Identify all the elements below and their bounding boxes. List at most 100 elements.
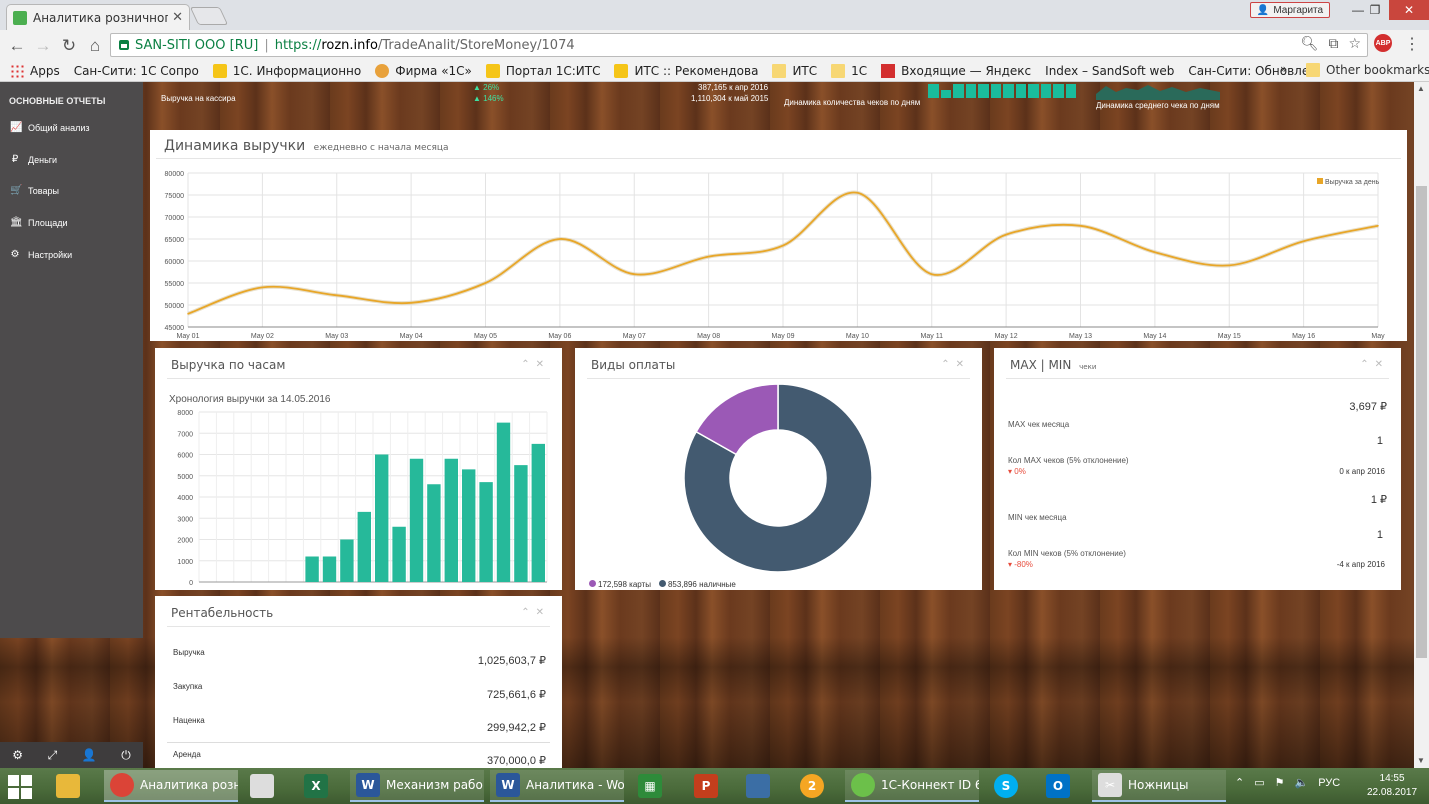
- outlook-icon: O: [1046, 774, 1070, 798]
- zoom-icon[interactable]: 🔍︎: [1301, 36, 1319, 52]
- bookmark-label: 1С. Информационно: [232, 63, 362, 78]
- browser-menu-icon[interactable]: ⋮: [1404, 34, 1420, 54]
- clock-date: 22.08.2017: [1367, 787, 1418, 798]
- user-icon[interactable]: 👤: [82, 748, 97, 762]
- powerpoint-taskbar-button[interactable]: P: [694, 770, 724, 802]
- gear-icon[interactable]: ⚙: [12, 748, 23, 762]
- chrome-taskbar-button[interactable]: Аналитика розн...: [104, 770, 238, 802]
- sidebar-item-label: Товары: [28, 185, 59, 196]
- sidebar-item-money[interactable]: ₽ Деньги: [10, 154, 57, 165]
- scroll-down-icon[interactable]: ▼: [1417, 756, 1425, 765]
- home-icon[interactable]: ⌂: [84, 35, 106, 57]
- forward-icon[interactable]: →: [32, 35, 54, 57]
- excel-taskbar-button[interactable]: X: [304, 770, 334, 802]
- payment-types-panel: Виды оплаты ⌃✕ 172,598 карты 853,896 нал…: [575, 348, 982, 590]
- url-protocol: https://: [274, 37, 322, 53]
- flag-icon[interactable]: ⚑: [1275, 776, 1285, 789]
- legend-swatch: [1317, 178, 1323, 184]
- rent-value: 370,000,0 ₽: [487, 755, 546, 767]
- collapse-icon[interactable]: ⌃: [521, 607, 535, 618]
- snipping-taskbar-button[interactable]: ✂ Ножницы: [1092, 770, 1226, 802]
- tray-chevron-icon[interactable]: ⌃: [1235, 776, 1244, 789]
- hourly-bar-chart: 0 1000 2000 3000 4000 5000 6000 7000 8000: [177, 410, 548, 587]
- x-tick-label: May 10: [846, 333, 869, 340]
- bookmarks-bar: Apps Сан-Сити: 1С Сопро 1С. Информационно Ф…: [0, 60, 1429, 82]
- app-taskbar-button[interactable]: [746, 770, 776, 802]
- kpi-compare-1: 387,165 к апр 2016: [698, 83, 769, 92]
- rent-panel-title: Рентабельность: [171, 606, 274, 620]
- sidebar-item-label: Настройки: [28, 249, 73, 260]
- tab-close-icon[interactable]: ✕: [172, 10, 183, 25]
- y-tick-label: 65000: [165, 237, 185, 244]
- min-check-value: 1 ₽: [1370, 494, 1387, 506]
- sidebar-item-areas[interactable]: 🏛 Площади: [10, 217, 68, 228]
- x-tick-label: May 06: [548, 333, 571, 340]
- close-icon[interactable]: ✕: [536, 607, 550, 618]
- data-point: [1154, 251, 1156, 253]
- back-icon[interactable]: ←: [6, 35, 28, 57]
- bookmark-item[interactable]: Фирма «1С»: [375, 63, 472, 78]
- min-delta: ▾ -80%: [1008, 560, 1033, 569]
- window-close-button[interactable]: ✕: [1389, 0, 1429, 20]
- bookmark-item[interactable]: 1С: [831, 63, 867, 78]
- network-icon[interactable]: ▭: [1254, 776, 1264, 789]
- bookmark-item[interactable]: Index – SandSoft web: [1045, 64, 1174, 78]
- chart-line-icon: 📈: [10, 122, 23, 133]
- bookmark-item[interactable]: 1С. Информационно: [212, 63, 362, 78]
- y-tick-label: 80000: [165, 171, 185, 178]
- explorer-taskbar-button[interactable]: [56, 770, 86, 802]
- collapse-icon[interactable]: ⌃: [521, 359, 535, 370]
- bookmark-item[interactable]: Портал 1С:ИТС: [485, 63, 600, 78]
- word-taskbar-button-1[interactable]: W Механизм рабо...: [350, 770, 484, 802]
- restore-button[interactable]: ❐: [1362, 0, 1388, 20]
- payment-donut-chart: [683, 383, 873, 573]
- calculator-taskbar-button[interactable]: ▦: [638, 770, 668, 802]
- other-bookmarks[interactable]: Other bookmarks: [1306, 63, 1429, 77]
- reload-icon[interactable]: ↻: [58, 35, 80, 57]
- skype-taskbar-button[interactable]: S: [994, 770, 1024, 802]
- revenue-chart-subtitle: ежедневно с начала месяца: [313, 143, 449, 153]
- bookmark-item[interactable]: Входящие — Яндекс: [881, 63, 1031, 78]
- chrome-icon: [110, 773, 134, 797]
- site-identity[interactable]: SAN-SITI OOO [RU]: [135, 38, 258, 53]
- bookmark-item[interactable]: ИТС :: Рекомендова: [614, 63, 758, 78]
- notification-app-taskbar-button[interactable]: 2: [800, 770, 830, 802]
- sidebar-item-settings[interactable]: ⚙ Настройки: [10, 249, 73, 260]
- x-tick-label: May 05: [474, 333, 497, 340]
- bookmark-item[interactable]: Apps: [10, 63, 60, 78]
- new-tab-button[interactable]: [189, 7, 229, 25]
- bookmarks-overflow-button[interactable]: »: [1280, 62, 1287, 76]
- clock[interactable]: 14:55 22.08.2017: [1367, 772, 1417, 800]
- power-icon[interactable]: ⏻: [121, 748, 131, 763]
- word-taskbar-button-2[interactable]: W Аналитика - Wo...: [490, 770, 624, 802]
- collapse-icon[interactable]: ⌃: [1360, 359, 1374, 370]
- scroll-up-icon[interactable]: ▲: [1417, 84, 1425, 93]
- bookmark-item[interactable]: ИТС: [772, 63, 817, 78]
- close-icon[interactable]: ✕: [536, 359, 550, 370]
- sidebar-item-label: Общий анализ: [28, 122, 90, 133]
- outlook-taskbar-button[interactable]: O: [1046, 770, 1076, 802]
- volume-icon[interactable]: 🔈: [1295, 776, 1309, 789]
- bookmark-item[interactable]: Сан-Сити: Обновлен: [1188, 64, 1317, 78]
- data-point: [930, 273, 933, 275]
- kpi-strip: Выручка на кассира ▲ 26% ▲ 146% 387,165 …: [143, 82, 1414, 122]
- close-icon[interactable]: ✕: [1375, 359, 1389, 370]
- close-icon[interactable]: ✕: [956, 359, 970, 370]
- profile-button[interactable]: 👤 Маргарита: [1250, 2, 1330, 18]
- connect-taskbar-button[interactable]: 1С-Коннект ID 6...: [845, 770, 979, 802]
- address-bar[interactable]: SAN-SITI OOO [RU] | https:// rozn.info /…: [110, 33, 1368, 57]
- translate-icon[interactable]: ⧉: [1328, 36, 1338, 52]
- page-scrollbar[interactable]: ▲ ▼: [1414, 82, 1429, 768]
- bookmark-star-icon[interactable]: ☆: [1348, 36, 1361, 52]
- app-taskbar-button[interactable]: [250, 770, 280, 802]
- adblock-icon[interactable]: ABP: [1374, 34, 1392, 52]
- sidebar-item-goods[interactable]: 🛒 Товары: [10, 185, 59, 196]
- browser-tab[interactable]: Аналитика розничного ✕: [6, 4, 190, 30]
- collapse-icon[interactable]: ⌃: [941, 359, 955, 370]
- scroll-thumb[interactable]: [1416, 186, 1427, 658]
- fullscreen-icon[interactable]: ⤢: [48, 748, 58, 763]
- bookmark-item[interactable]: Сан-Сити: 1С Сопро: [74, 64, 199, 78]
- start-button[interactable]: [8, 775, 32, 799]
- sidebar-item-general-analysis[interactable]: 📈 Общий анализ: [10, 122, 90, 133]
- language-indicator[interactable]: РУС: [1318, 777, 1340, 789]
